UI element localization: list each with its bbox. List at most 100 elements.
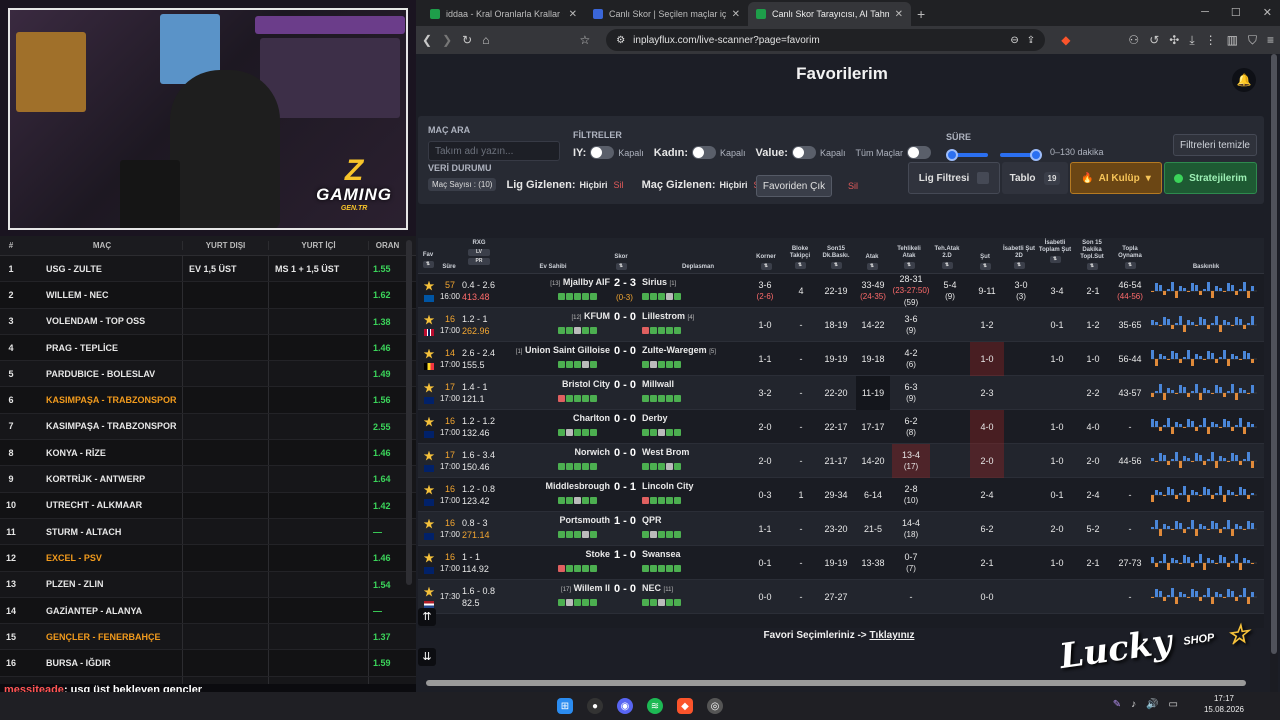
battery-icon[interactable]: ▭ <box>1169 699 1178 710</box>
home-team[interactable]: [1] Union Saint Gilloise <box>516 345 610 355</box>
fav-cell[interactable] <box>420 308 438 342</box>
search-input[interactable] <box>428 141 560 161</box>
fav-cell[interactable] <box>420 512 438 546</box>
home-team[interactable]: Stoke <box>585 549 610 559</box>
strategies-button[interactable]: Stratejilerim <box>1164 162 1257 194</box>
tab-live-scanner[interactable]: Canlı Skor Tarayıcısı, AI Tahminleri ✕ <box>748 2 911 26</box>
discord-icon[interactable]: ◉ <box>617 698 633 714</box>
col-sut[interactable]: Şut ⇅ <box>974 254 996 270</box>
speaker-icon[interactable]: 🔊 <box>1146 699 1158 710</box>
col-isabetli-toplam[interactable]: İsabetli Toplam Şut ⇅ <box>1038 240 1072 263</box>
refresh-ext-icon[interactable]: ↺ <box>1149 33 1159 47</box>
match-row[interactable]: 57 16:00 0.4 - 2.6 413.48 [13] Mjallby AIF 2 … <box>418 274 1264 308</box>
col-son15-topl[interactable]: Son 15 Dakika Topl.Sut ⇅ <box>1074 240 1110 270</box>
col-tehlikeli[interactable]: Tehlikeli Atak ⇅ <box>892 246 926 269</box>
mic-icon[interactable]: ♪ <box>1131 699 1136 710</box>
match-row[interactable]: 17 17:00 1.4 - 1 121.1 Bristol City 0 - 0 Mil… <box>418 376 1264 410</box>
col-tehatak2d[interactable]: Teh.Atak 2.D ⇅ <box>932 246 962 269</box>
fav-cell[interactable] <box>420 546 438 580</box>
address-bar[interactable]: ⚙ inplayflux.com/live-scanner?page=favor… <box>606 29 1046 51</box>
sort-icon[interactable]: ⇅ <box>422 261 434 268</box>
away-team[interactable]: QPR <box>642 515 662 525</box>
match-row[interactable]: 16 17:00 1.2 - 1.2 132.46 Charlton 0 - 0 Derb… <box>418 410 1264 444</box>
lv-sort-icon[interactable]: LV <box>468 249 490 256</box>
home-team[interactable]: Bristol City <box>562 379 610 389</box>
home-team[interactable]: Charlton <box>573 413 610 423</box>
col-baskinlik[interactable]: Baskınlık <box>1158 264 1254 271</box>
forward-icon[interactable]: ❯ <box>442 33 452 47</box>
close-window-icon[interactable]: ✕ <box>1263 6 1272 19</box>
fav-cell[interactable] <box>420 342 438 376</box>
pen-icon[interactable]: ✎ <box>1113 699 1121 710</box>
sort-icon[interactable]: ⇅ <box>903 262 915 269</box>
slider-knob[interactable] <box>1030 149 1042 161</box>
notification-bell-icon[interactable]: 🔔 <box>1232 68 1256 92</box>
col-isabetli[interactable]: İsabetli Şut 2D ⇅ <box>1002 246 1036 269</box>
brave-shield-icon[interactable]: ◆ <box>1061 33 1070 47</box>
col-home[interactable]: Ev Sahibi <box>518 264 588 271</box>
close-icon[interactable]: ✕ <box>895 9 903 20</box>
odds-row[interactable]: 15 GENÇLER - FENERBAHÇE 1.37 <box>0 624 416 651</box>
odds-row[interactable]: 6 KASIMPAŞA - TRABZONSPOR 1.56 <box>0 387 416 414</box>
fav-cell[interactable] <box>420 444 438 478</box>
sort-icon[interactable]: ⇅ <box>1013 262 1025 269</box>
away-team[interactable]: NEC [11] <box>642 583 673 593</box>
away-team[interactable]: Lincoln City <box>642 481 694 491</box>
scroll-top-button[interactable]: ⇈ <box>418 608 436 626</box>
fav-cell[interactable] <box>420 478 438 512</box>
footer-link[interactable]: Tıklayınız <box>869 630 914 641</box>
home-team[interactable]: Middlesbrough <box>546 481 611 491</box>
odds-row[interactable]: 12 EXCEL - PSV 1.46 <box>0 545 416 572</box>
odds-row[interactable]: 5 PARDUBICE - BOLESLAV 1.49 <box>0 361 416 388</box>
fav-cell[interactable] <box>420 274 438 308</box>
col-rxg[interactable]: RXG LV PR <box>462 240 496 265</box>
windows-start-icon[interactable]: ⊞ <box>557 698 573 714</box>
match-row[interactable]: 16 17:00 1.2 - 0.8 123.42 Middlesbrough 0 - … <box>418 478 1264 512</box>
home-icon[interactable]: ⌂ <box>482 33 489 47</box>
table-button[interactable]: Tablo 19 <box>1002 162 1068 194</box>
vpn-icon[interactable]: ⛉ <box>1248 33 1257 48</box>
puzzle-icon[interactable]: ✣ <box>1169 33 1179 47</box>
remove-fav-link[interactable]: Sil <box>848 181 858 191</box>
kadin-toggle[interactable] <box>692 146 717 159</box>
close-icon[interactable]: ✕ <box>732 9 740 20</box>
duration-slider-left[interactable] <box>946 149 988 161</box>
new-tab-button[interactable]: + <box>911 6 931 26</box>
league-remove-link[interactable]: Sil <box>614 180 624 190</box>
obs-icon[interactable]: ● <box>587 698 603 714</box>
sidebar-icon[interactable]: ▥ <box>1227 33 1238 47</box>
sort-icon[interactable]: ⇅ <box>941 262 953 269</box>
share-icon[interactable]: ⇪ <box>1027 35 1035 46</box>
close-icon[interactable]: ✕ <box>569 9 577 20</box>
match-row[interactable]: 17:30 1.6 - 0.8 82.5 [17] Willem II 0 - 0 NEC… <box>418 580 1264 614</box>
all-matches-toggle[interactable] <box>907 146 931 159</box>
bookmark-icon[interactable]: ☆ <box>579 33 590 47</box>
odds-scrollbar[interactable] <box>406 240 412 585</box>
maximize-icon[interactable]: ☐ <box>1231 6 1241 19</box>
col-block[interactable]: Bloke Takipçi ⇅ <box>786 246 814 269</box>
vertical-scrollbar[interactable] <box>1270 54 1278 692</box>
odds-row[interactable]: 17LEVANTE - BRUGGE1.51 <box>0 676 416 684</box>
minimize-icon[interactable]: ─ <box>1201 6 1209 19</box>
duration-slider-right[interactable] <box>1000 149 1042 161</box>
col-away[interactable]: Deplasman <box>658 264 738 271</box>
brave-icon[interactable]: ◆ <box>677 698 693 714</box>
spotify-icon[interactable]: ≋ <box>647 698 663 714</box>
odds-row[interactable]: 16 BURSA - IĞDIR 1.59 <box>0 650 416 677</box>
pr-sort-icon[interactable]: PR <box>468 258 490 265</box>
remove-favorite-button[interactable]: Favoriden Çık <box>756 175 832 197</box>
col-score[interactable]: Skor ⇅ <box>608 254 634 270</box>
home-team[interactable]: [17] Willem II <box>561 583 610 593</box>
site-info-icon[interactable]: ⚙ <box>616 35 625 46</box>
favorite-star-icon[interactable] <box>423 450 435 461</box>
away-team[interactable]: Sirius [1] <box>642 277 676 287</box>
odds-row[interactable]: 11 STURM - ALTACH — <box>0 518 416 546</box>
favorite-star-icon[interactable] <box>423 416 435 427</box>
col-fav[interactable]: Fav ⇅ <box>420 252 436 268</box>
match-row[interactable]: 14 17:00 2.6 - 2.4 155.5 [1] Union Saint Gil… <box>418 342 1264 376</box>
sort-icon[interactable]: ⇅ <box>866 263 878 270</box>
odds-row[interactable]: 1 USG - ZULTE EV 1,5 ÜST MS 1 + 1,5 ÜST 1.55 <box>0 256 416 283</box>
home-team[interactable]: Norwich <box>574 447 610 457</box>
odds-row[interactable]: 3 VOLENDAM - TOP OSS 1.38 <box>0 308 416 335</box>
col-topla[interactable]: Topla Oynama ⇅ <box>1112 246 1148 269</box>
